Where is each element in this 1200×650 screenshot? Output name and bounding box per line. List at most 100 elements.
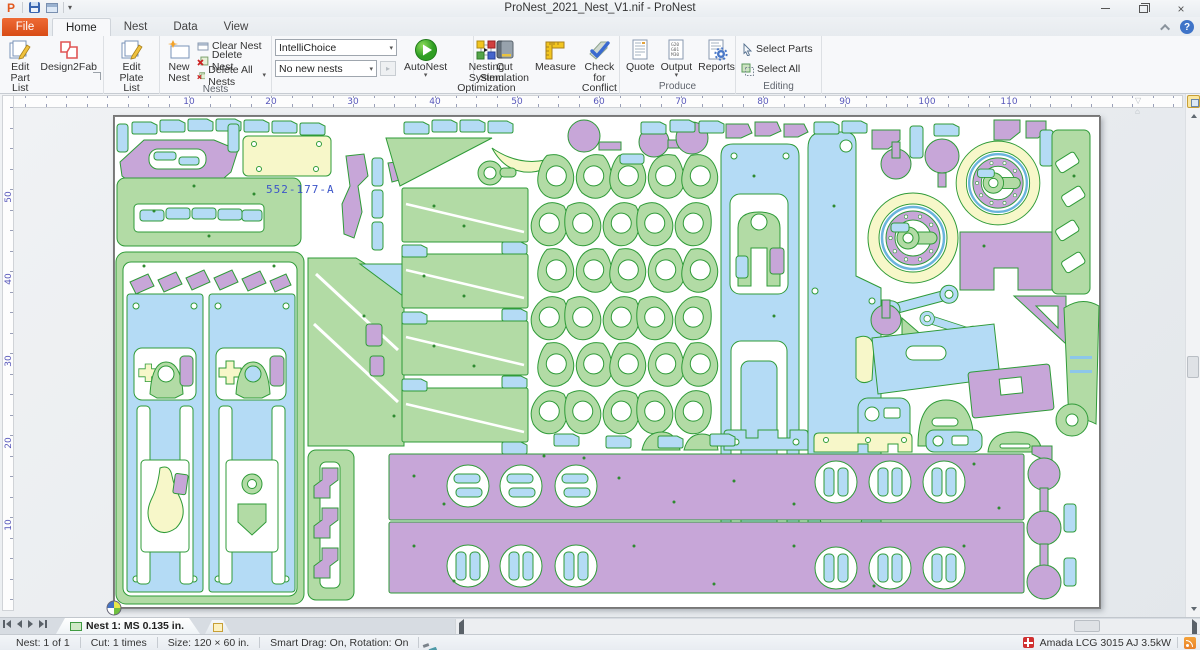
nest-part-lens-grid[interactable] bbox=[529, 153, 721, 436]
nest-part-green-band[interactable]: 552-177-A bbox=[117, 178, 335, 246]
lens-part[interactable] bbox=[601, 200, 643, 248]
blue-tab-part[interactable] bbox=[372, 222, 383, 250]
blue-tab-part[interactable] bbox=[228, 124, 239, 152]
tab-nest[interactable]: Nest bbox=[111, 18, 161, 36]
blue-tab-part[interactable] bbox=[606, 436, 631, 448]
file-tab[interactable]: File bbox=[2, 18, 48, 36]
reports-button[interactable]: Reports bbox=[695, 37, 738, 74]
lens-part[interactable] bbox=[673, 200, 715, 248]
blue-tab-part[interactable] bbox=[300, 123, 325, 135]
nest-part-lollipop-column[interactable] bbox=[1027, 446, 1076, 599]
scroll-down-icon[interactable] bbox=[1186, 603, 1200, 615]
previous-nest-button[interactable] bbox=[17, 620, 22, 628]
lens-part[interactable] bbox=[562, 294, 604, 342]
tab-data[interactable]: Data bbox=[160, 18, 210, 36]
blue-tab-part[interactable] bbox=[402, 245, 427, 257]
blue-tab-part[interactable] bbox=[502, 442, 527, 454]
blue-tab-part[interactable] bbox=[244, 120, 269, 132]
lens-part[interactable] bbox=[645, 247, 687, 295]
lens-part[interactable] bbox=[601, 294, 643, 342]
design2fab-button[interactable]: Design2Fab bbox=[37, 37, 100, 74]
trapezoid-panel[interactable] bbox=[402, 188, 528, 242]
fit-view-button[interactable] bbox=[1187, 95, 1200, 108]
nest-part-purple-bar-1[interactable] bbox=[389, 454, 1024, 520]
blue-tab-part[interactable] bbox=[502, 242, 527, 254]
lens-part[interactable] bbox=[607, 247, 649, 295]
output-button[interactable]: G20G01M30 Output▾ bbox=[658, 37, 696, 80]
blue-tab-part[interactable] bbox=[934, 124, 959, 136]
blue-tab-part[interactable] bbox=[670, 120, 695, 132]
last-nest-button[interactable] bbox=[39, 620, 47, 628]
blue-tab-part[interactable] bbox=[188, 119, 213, 131]
blue-tab-part[interactable] bbox=[814, 122, 839, 134]
blue-tab-part[interactable] bbox=[272, 121, 297, 133]
nest-part-bearing-ring-1[interactable] bbox=[868, 193, 958, 283]
trapezoid-panel[interactable] bbox=[402, 321, 528, 375]
status-machine-name[interactable]: Amada LCG 3015 AJ 3.5kW bbox=[1040, 637, 1171, 649]
blue-tab-part[interactable] bbox=[699, 121, 724, 133]
edit-part-list-button[interactable]: Edit Part List▾ bbox=[3, 37, 37, 101]
blue-tab-part[interactable] bbox=[842, 121, 867, 133]
lens-part[interactable] bbox=[535, 247, 577, 295]
tab-home[interactable]: Home bbox=[52, 18, 111, 36]
new-nest-button[interactable]: New Nest bbox=[163, 37, 195, 84]
collapse-ribbon-icon[interactable] bbox=[1160, 23, 1170, 33]
lens-part[interactable] bbox=[645, 153, 687, 201]
first-nest-button[interactable] bbox=[3, 620, 11, 628]
scroll-up-icon[interactable] bbox=[1186, 110, 1200, 122]
plate[interactable]: 552-177-A bbox=[113, 115, 1100, 608]
edit-plate-list-button[interactable]: Edit Plate List▾ bbox=[107, 37, 156, 101]
blue-tab-part[interactable] bbox=[641, 122, 666, 134]
lens-part[interactable] bbox=[535, 153, 577, 201]
nest-part-above-bars[interactable] bbox=[642, 430, 1042, 452]
lens-part[interactable] bbox=[562, 200, 604, 248]
nest-drawing[interactable]: 552-177-A bbox=[114, 116, 1101, 609]
lens-part[interactable] bbox=[562, 388, 604, 436]
blue-tab-part[interactable] bbox=[554, 434, 579, 446]
nest-part-bearing-ring-2[interactable] bbox=[956, 141, 1040, 225]
trapezoid-panel[interactable] bbox=[402, 254, 528, 308]
news-feed-icon[interactable] bbox=[1184, 637, 1196, 649]
vertical-scroll-thumb[interactable] bbox=[1187, 356, 1199, 378]
start-nesting-mini-button[interactable]: ▸ bbox=[380, 61, 396, 76]
check-for-conflict-button[interactable]: Check for Conflict bbox=[579, 37, 620, 95]
quote-button[interactable]: Quote bbox=[623, 37, 658, 74]
nest-part-blue-door-b[interactable] bbox=[209, 294, 295, 592]
close-button[interactable]: × bbox=[1162, 0, 1200, 17]
blue-tab-part[interactable] bbox=[502, 309, 527, 321]
blue-tab-part[interactable] bbox=[488, 121, 513, 133]
nest-part-blue-door-a[interactable] bbox=[127, 294, 203, 592]
blue-tab-part[interactable] bbox=[710, 434, 735, 446]
blue-tab-part[interactable] bbox=[372, 158, 383, 186]
lens-part[interactable] bbox=[607, 341, 649, 389]
lens-part[interactable] bbox=[645, 341, 687, 389]
new-nest-tab-button[interactable] bbox=[205, 620, 231, 634]
lens-part[interactable] bbox=[679, 247, 721, 295]
blue-tab-part[interactable] bbox=[160, 120, 185, 132]
blue-tab-part[interactable] bbox=[402, 312, 427, 324]
parts-dialog-launcher-icon[interactable] bbox=[93, 72, 101, 80]
delete-all-nests-button[interactable]: Delete All Nests ▾ bbox=[195, 69, 268, 83]
lens-part[interactable] bbox=[573, 247, 615, 295]
lens-part[interactable] bbox=[601, 388, 643, 436]
horizontal-scrollbar[interactable] bbox=[455, 619, 1200, 634]
blue-tab-part[interactable] bbox=[658, 436, 683, 448]
lens-part[interactable] bbox=[673, 294, 715, 342]
nest-part-left-panel[interactable] bbox=[116, 252, 304, 604]
blue-tab-part[interactable] bbox=[502, 376, 527, 388]
lens-part[interactable] bbox=[535, 341, 577, 389]
autonest-button[interactable]: AutoNest▾ bbox=[401, 37, 450, 80]
vertical-scrollbar[interactable] bbox=[1185, 94, 1200, 617]
lens-part[interactable] bbox=[529, 200, 571, 248]
blue-tab-part[interactable] bbox=[372, 190, 383, 218]
blue-tab-part[interactable] bbox=[117, 124, 128, 152]
trapezoid-panel[interactable] bbox=[402, 388, 528, 442]
next-nest-button[interactable] bbox=[28, 620, 33, 628]
nest-tab[interactable]: Nest 1: MS 0.135 in. bbox=[56, 618, 200, 634]
blue-tab-part[interactable] bbox=[402, 379, 427, 391]
lens-part[interactable] bbox=[573, 153, 615, 201]
blue-tab-part[interactable] bbox=[432, 120, 457, 132]
nesting-mode-combobox[interactable]: No new nests▾ bbox=[275, 60, 377, 77]
lens-part[interactable] bbox=[529, 388, 571, 436]
tab-view[interactable]: View bbox=[211, 18, 262, 36]
